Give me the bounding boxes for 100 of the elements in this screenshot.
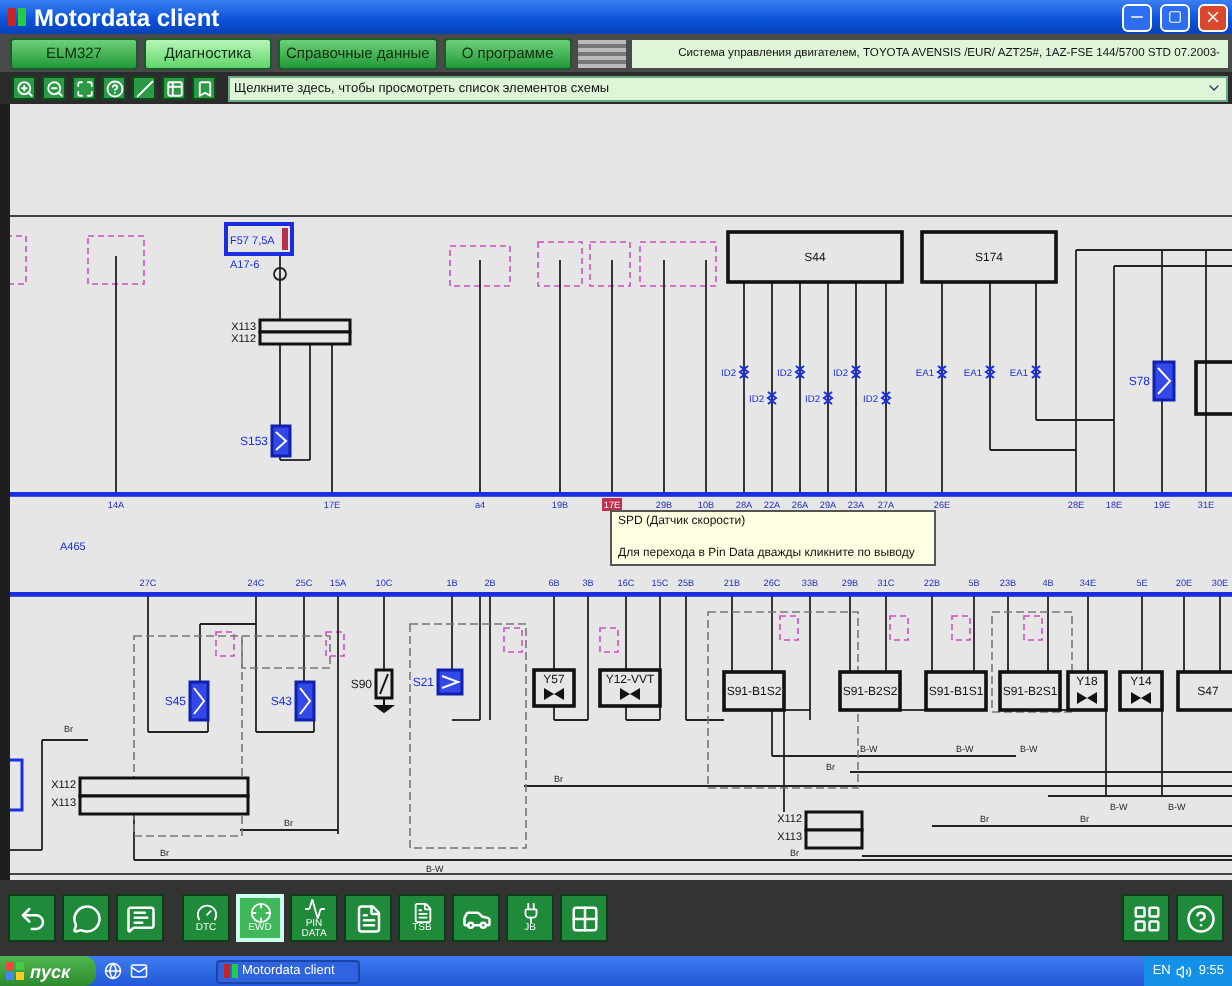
marker-frame (537, 241, 583, 287)
marker-frame (779, 615, 799, 641)
ring-terminal-icon (273, 267, 287, 281)
valve-symbol[interactable] (532, 668, 576, 708)
windows-logo-icon (6, 962, 24, 980)
splice-icon (794, 365, 806, 379)
splice-icon (984, 365, 996, 379)
control-unit-box[interactable] (998, 670, 1062, 712)
splice-icon (766, 391, 778, 405)
toolbar-button[interactable] (116, 894, 164, 942)
marker-frame (599, 627, 619, 653)
toolbar-button[interactable] (452, 894, 500, 942)
sensor-symbol[interactable] (270, 424, 292, 458)
wire (383, 593, 385, 671)
valve-symbol[interactable] (1066, 670, 1108, 712)
valve-symbol[interactable] (1118, 670, 1164, 712)
wire (303, 593, 305, 683)
wire (931, 593, 933, 673)
speaker-icon (1176, 963, 1193, 979)
control-unit-box[interactable] (1176, 670, 1232, 712)
switch-symbol[interactable] (374, 668, 395, 713)
crosshair-icon (249, 902, 271, 924)
control-unit-box[interactable] (920, 230, 1058, 284)
sensor-symbol[interactable] (188, 680, 210, 722)
document-icon (353, 903, 383, 933)
window-title: Motordata client (34, 3, 222, 31)
wire (849, 593, 851, 673)
toolbar-button[interactable] (344, 894, 392, 942)
wire (731, 593, 733, 673)
bookmark-button[interactable] (192, 76, 216, 100)
marker-frame (639, 241, 717, 287)
app-icon (224, 964, 238, 978)
globe-icon (104, 962, 122, 980)
minimize-button[interactable] (1122, 3, 1152, 31)
sensor-symbol[interactable] (436, 668, 464, 696)
highlighted-pin-marker (602, 498, 622, 511)
connector-block[interactable] (78, 776, 250, 816)
maximize-icon (1168, 10, 1182, 24)
wire (885, 593, 887, 673)
fuse-symbol[interactable] (224, 222, 294, 256)
wire (973, 593, 975, 673)
splice-icon (850, 365, 862, 379)
marker-frame (449, 245, 511, 287)
connector-block[interactable] (804, 810, 864, 850)
marker-frame (325, 631, 345, 657)
splice-icon (936, 365, 948, 379)
connector-block (10, 758, 24, 812)
marker-frame (589, 241, 631, 287)
plug-icon (519, 902, 541, 924)
marker-frame (10, 235, 27, 285)
wire (279, 253, 281, 321)
maximize-button[interactable] (1160, 3, 1190, 31)
splice-icon (822, 391, 834, 405)
help-icon (1185, 903, 1215, 933)
help-button[interactable] (102, 76, 126, 100)
toolbar-button[interactable] (8, 894, 56, 942)
control-unit-box[interactable] (838, 670, 902, 712)
control-unit-box[interactable] (924, 670, 988, 712)
wire (625, 593, 627, 671)
splice-icon (1030, 365, 1042, 379)
control-unit-box[interactable] (726, 230, 904, 284)
zoom-in-button[interactable] (12, 76, 36, 100)
connector-block[interactable] (258, 318, 352, 346)
wire (1141, 593, 1143, 673)
table-button[interactable] (162, 76, 186, 100)
tab-spacer (577, 39, 626, 67)
sensor-symbol[interactable] (294, 680, 316, 722)
speech-bubble-icon (71, 903, 101, 933)
grid-icon (569, 903, 599, 933)
toolbar-button[interactable] (1122, 894, 1170, 942)
chevron-down-icon (1206, 80, 1222, 96)
control-unit-box[interactable] (722, 670, 786, 712)
fit-button[interactable] (72, 76, 96, 100)
zoom-out-button[interactable] (42, 76, 66, 100)
gauge-icon (195, 902, 217, 924)
toolbar-button[interactable] (62, 894, 110, 942)
pulse-icon (303, 897, 325, 919)
wire (451, 593, 453, 671)
splice-icon (738, 365, 750, 379)
wire (1183, 593, 1185, 673)
wire (1219, 593, 1221, 673)
toolbar-button[interactable] (1176, 894, 1224, 942)
toolbar-button[interactable] (560, 894, 608, 942)
valve-symbol[interactable] (598, 668, 662, 708)
marker-frame (215, 631, 235, 657)
back-arrow-icon (17, 903, 47, 933)
sensor-symbol[interactable] (1152, 360, 1176, 402)
slash-button[interactable] (132, 76, 156, 100)
marker-frame (503, 627, 523, 653)
wire (1007, 593, 1009, 673)
wire (1087, 593, 1089, 673)
close-button[interactable] (1198, 3, 1228, 31)
marker-frame (889, 615, 909, 641)
wire (1047, 593, 1049, 673)
component-box (1194, 360, 1232, 416)
marker-frame (1023, 615, 1043, 641)
wire (489, 593, 491, 721)
close-icon (1204, 8, 1222, 26)
mail-icon (130, 962, 148, 980)
document-icon (411, 902, 433, 924)
